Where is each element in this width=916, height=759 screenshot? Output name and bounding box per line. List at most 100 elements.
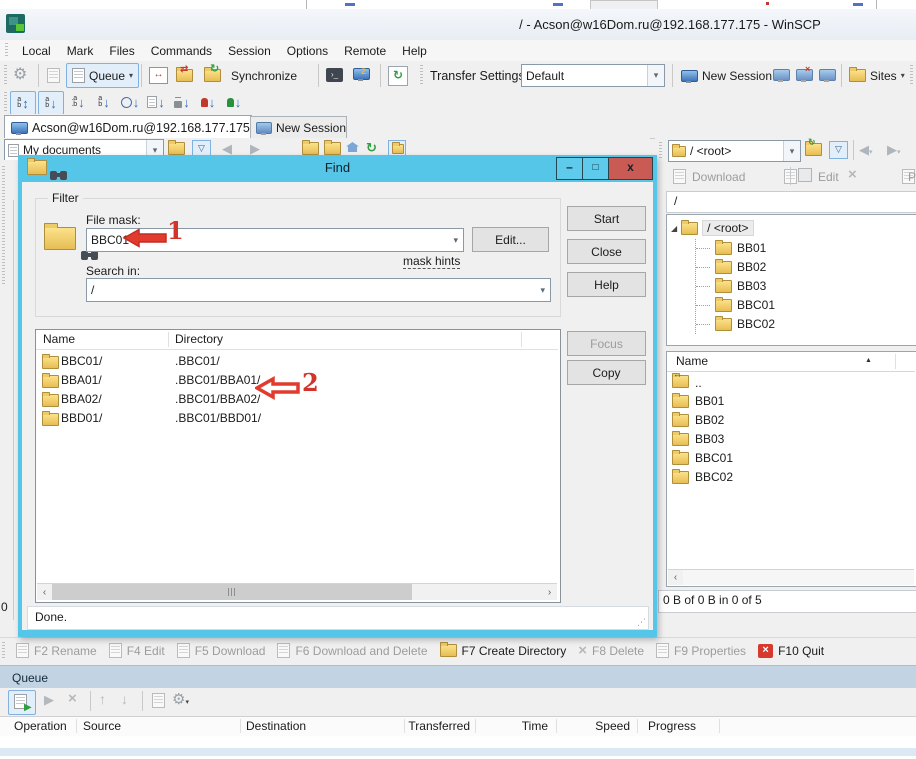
synchronize-browsing-icon[interactable]: ⇄ xyxy=(176,69,193,85)
file-row[interactable]: BBC01 xyxy=(672,451,733,465)
tree-item[interactable]: BBC02 xyxy=(696,317,775,331)
results-header[interactable]: Name Directory xyxy=(36,330,558,350)
fkey-f5-download[interactable]: F5 Download xyxy=(177,643,266,658)
results-hscrollbar[interactable]: ‹ › xyxy=(37,583,557,600)
queue-col-operation[interactable]: Operation xyxy=(14,719,67,733)
menu-item-options[interactable]: Options xyxy=(279,44,336,58)
file-row[interactable]: BB02 xyxy=(672,413,724,427)
queue-col-progress[interactable]: Progress xyxy=(648,719,696,733)
help-button[interactable]: Help xyxy=(567,272,646,297)
queue-move-down-icon[interactable]: ↓ xyxy=(121,691,128,707)
tab-session-active[interactable]: Acson@w16Dom.ru@192.168.177.175 xyxy=(4,115,252,139)
results-name-column[interactable]: Name xyxy=(43,332,75,346)
mask-hints-link[interactable]: mask hints xyxy=(403,254,460,269)
fkey-f2-rename[interactable]: F2 Rename xyxy=(16,643,97,658)
maximize-button[interactable]: □ xyxy=(582,157,609,180)
preferences-gear-icon[interactable]: ⚙ xyxy=(13,64,27,84)
menu-item-commands[interactable]: Commands xyxy=(143,44,220,58)
compare-directories-icon[interactable]: ↔ xyxy=(149,67,168,84)
scroll-right-icon[interactable]: › xyxy=(542,584,557,600)
close-session-icon[interactable]: × xyxy=(796,69,813,84)
transfer-checklist-icon[interactable] xyxy=(47,68,60,83)
queue-delete-icon[interactable]: × xyxy=(68,690,77,707)
menu-item-mark[interactable]: Mark xyxy=(59,44,102,58)
sites-button[interactable]: Sites ▾ xyxy=(849,65,905,86)
queue-col-destination[interactable]: Destination xyxy=(246,719,306,733)
queue-toggle-button[interactable]: Queue ▾ xyxy=(66,63,139,88)
fkey-f8-delete[interactable]: ×F8 Delete xyxy=(578,642,644,659)
copy-button[interactable]: Copy xyxy=(567,360,646,385)
sort-name-button[interactable]: ab↓ xyxy=(38,91,64,115)
fkey-f10-quit[interactable]: ×F10 Quit xyxy=(758,644,824,658)
refresh-icon[interactable]: ↻ xyxy=(388,66,408,86)
sort-size-button[interactable]: ab↓ xyxy=(92,91,116,113)
focus-button[interactable]: Focus xyxy=(567,331,646,356)
file-row[interactable]: BB03 xyxy=(672,432,724,446)
scrollbar-thumb[interactable] xyxy=(52,584,412,600)
sort-extension-button[interactable]: .a.b↓ xyxy=(66,91,90,113)
tree-item[interactable]: BB01 xyxy=(696,241,766,255)
scroll-left-icon[interactable]: ‹ xyxy=(668,570,683,585)
minimize-button[interactable]: – xyxy=(556,157,583,180)
tree-root-item[interactable]: ◢ / <root> xyxy=(671,220,754,236)
menu-item-help[interactable]: Help xyxy=(394,44,435,58)
tab-new-session[interactable]: New Session xyxy=(250,116,347,139)
tree-item[interactable]: BBC01 xyxy=(696,298,775,312)
sort-type-button[interactable]: ↓ xyxy=(144,91,168,113)
new-session-button[interactable]: New Session xyxy=(681,65,772,86)
scroll-left-icon[interactable]: ‹ xyxy=(37,584,52,600)
close-find-button[interactable]: Close xyxy=(567,239,646,264)
queue-move-up-icon[interactable]: ↑ xyxy=(99,691,106,707)
resize-grip-icon[interactable]: ⋰ xyxy=(637,617,646,628)
fkey-f6-download-delete[interactable]: F6 Download and Delete xyxy=(277,643,427,658)
fkey-f4-edit[interactable]: F4 Edit xyxy=(109,643,165,658)
queue-show-button[interactable]: ▶ xyxy=(8,690,36,715)
tree-item[interactable]: BB02 xyxy=(696,260,766,274)
transfer-settings-select[interactable]: Default ▾ xyxy=(521,64,665,87)
search-in-input[interactable]: / ▾ xyxy=(86,278,551,302)
open-session-in-putty-icon[interactable]: z xyxy=(353,68,370,83)
edit-button[interactable]: Edit xyxy=(818,170,839,184)
duplicate-session-icon[interactable] xyxy=(773,69,790,84)
file-list-header[interactable]: Name ▲ xyxy=(667,352,915,372)
menu-item-files[interactable]: Files xyxy=(101,44,142,58)
file-row[interactable]: BB01 xyxy=(672,394,724,408)
save-session-icon[interactable] xyxy=(819,69,836,84)
menu-item-remote[interactable]: Remote xyxy=(336,44,394,58)
results-directory-column[interactable]: Directory xyxy=(175,332,223,346)
queue-copy-icon[interactable] xyxy=(152,693,165,708)
download-button[interactable]: Download xyxy=(692,170,745,184)
remote-path-bar[interactable]: / xyxy=(666,191,916,213)
close-button[interactable]: x xyxy=(608,157,653,180)
sort-group-button[interactable]: ↓ xyxy=(222,91,246,113)
menu-item-session[interactable]: Session xyxy=(220,44,279,58)
sort-time-clock-button[interactable]: ↓ xyxy=(118,91,142,113)
remote-filter-icon[interactable]: ▽ xyxy=(829,141,848,159)
properties-button-clipped[interactable]: Pr xyxy=(908,170,916,184)
queue-col-time[interactable]: Time xyxy=(480,719,548,733)
sort-name-asc-button[interactable]: ab↕ xyxy=(10,91,36,115)
remote-list-hscrollbar[interactable]: ‹ xyxy=(668,569,914,585)
queue-resume-icon[interactable]: ▶ xyxy=(44,692,54,708)
file-row[interactable]: BBC02 xyxy=(672,470,733,484)
sort-rights-lock-button[interactable]: ↓ xyxy=(170,91,194,113)
result-row[interactable]: BBD01/ .BBC01/BBD01/ xyxy=(36,409,558,428)
delete-x-icon[interactable]: × xyxy=(848,166,857,183)
remote-path-select[interactable]: / <root> ▾ xyxy=(668,140,801,162)
tree-expander-icon[interactable]: ◢ xyxy=(671,224,677,233)
sort-owner-button[interactable]: ↓ xyxy=(196,91,220,113)
edit-mask-button[interactable]: Edit... xyxy=(472,227,549,252)
queue-col-transferred[interactable]: Transferred xyxy=(404,719,470,733)
result-row[interactable]: BBC01/ .BBC01/ xyxy=(36,352,558,371)
remote-forward-icon[interactable]: ▶▾ xyxy=(887,142,901,158)
home-directory-icon[interactable] xyxy=(346,142,359,152)
console-icon[interactable]: ›_ xyxy=(326,68,343,82)
fkey-f9-properties[interactable]: F9 Properties xyxy=(656,643,746,658)
refresh-panel-icon[interactable]: ↻ xyxy=(366,140,377,156)
open-directory-icon[interactable]: ↻ xyxy=(805,143,822,159)
name-column-header[interactable]: Name xyxy=(676,352,708,370)
start-button[interactable]: Start xyxy=(567,206,646,231)
menu-item-local[interactable]: Local xyxy=(14,44,59,58)
remote-back-icon[interactable]: ◀▾ xyxy=(859,142,873,158)
queue-preferences-gear-icon[interactable]: ⚙▾ xyxy=(172,690,189,708)
